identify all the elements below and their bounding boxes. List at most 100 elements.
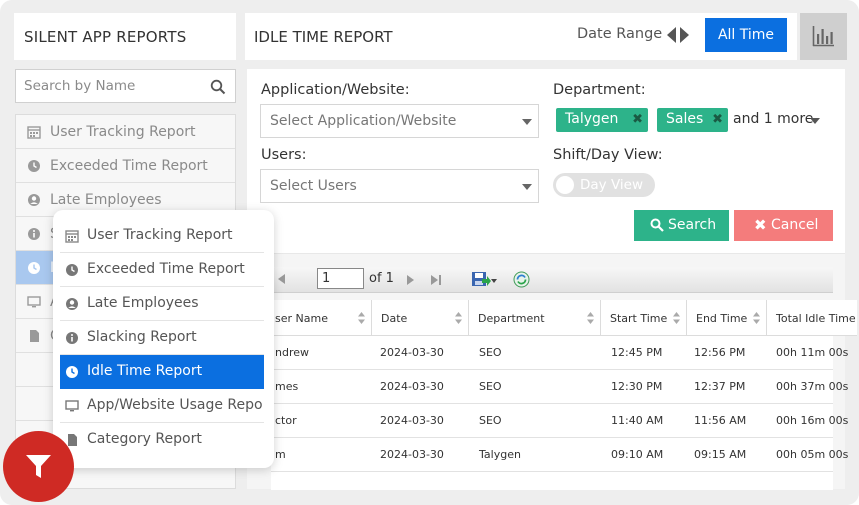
column-header-label: ser Name — [275, 312, 328, 325]
search-placeholder: Search by Name — [24, 78, 136, 94]
menu-item-label: App/Website Usage Repo — [87, 397, 263, 413]
tag-label: Sales — [666, 111, 704, 127]
cell-total-idle-time: 00h 16m 00s — [776, 414, 849, 427]
table-row: ctor 2024-03-30 SEO 11:40 AM 11:56 AM 00… — [271, 404, 848, 438]
sidebar-item-label: User Tracking Report — [50, 124, 196, 140]
table-row: m 2024-03-30 Talygen 09:10 AM 09:15 AM 0… — [271, 438, 848, 472]
menu-item-idle-time[interactable]: Idle Time Report — [60, 355, 264, 389]
column-header-start-time[interactable]: Start Time — [601, 300, 687, 336]
sidebar-item-user-tracking[interactable]: User Tracking Report — [16, 115, 235, 149]
refresh-icon[interactable] — [513, 271, 530, 288]
remove-tag-icon[interactable]: ✖ — [632, 112, 643, 127]
cell-start-time: 12:30 PM — [611, 380, 663, 393]
cell-total-idle-time: 00h 05m 00s — [776, 448, 849, 461]
date-range-arrows-icon[interactable] — [666, 26, 690, 44]
column-header-total-idle-time[interactable]: Total Idle Time — [767, 300, 857, 336]
cell-user-name: mes — [275, 380, 299, 393]
day-view-toggle[interactable]: Day View — [553, 173, 655, 197]
export-icon[interactable] — [471, 271, 497, 288]
search-button[interactable]: Search — [634, 210, 729, 241]
toggle-label: Day View — [580, 177, 643, 193]
column-header-department[interactable]: Department — [469, 300, 601, 336]
sidebar-item-label: Exceeded Time Report — [50, 158, 208, 174]
close-icon: ✖ — [754, 216, 767, 234]
bar-chart-icon — [812, 26, 834, 47]
sidebar-item-exceeded-time[interactable]: Exceeded Time Report — [16, 149, 235, 183]
cell-end-time: 09:15 AM — [694, 448, 747, 461]
sort-icon[interactable] — [587, 312, 594, 324]
table-row: mes 2024-03-30 SEO 12:30 PM 12:37 PM 00h… — [271, 370, 848, 404]
clock-icon — [66, 264, 78, 276]
chart-view-button[interactable] — [800, 13, 847, 60]
cell-department: SEO — [479, 346, 502, 359]
menu-item-label: Exceeded Time Report — [87, 261, 245, 277]
filter-fab-button[interactable] — [3, 431, 74, 502]
info-icon — [28, 228, 40, 240]
cell-department: SEO — [479, 380, 502, 393]
sort-icon[interactable] — [753, 312, 760, 324]
report-type-popup: User Tracking Report Exceeded Time Repor… — [53, 210, 274, 468]
cancel-button-label: Cancel — [771, 217, 819, 233]
prev-page-icon[interactable] — [276, 273, 286, 285]
menu-item-label: Category Report — [87, 431, 202, 447]
page-title: IDLE TIME REPORT — [254, 28, 393, 46]
page-count: of 1 — [369, 271, 394, 286]
menu-item-category[interactable]: Category Report — [60, 423, 264, 457]
users-label: Users: — [261, 147, 307, 163]
column-header-label: End Time — [696, 312, 748, 325]
toggle-knob — [556, 176, 574, 194]
cell-user-name: ndrew — [275, 346, 309, 359]
page-number-input[interactable]: 1 — [317, 268, 364, 289]
menu-item-app-usage[interactable]: App/Website Usage Repo — [60, 389, 264, 423]
department-tag: Talygen ✖ — [556, 108, 648, 132]
user-circle-icon — [66, 298, 78, 310]
search-icon[interactable] — [210, 79, 226, 95]
all-time-button[interactable]: All Time — [705, 18, 787, 52]
sort-icon[interactable] — [673, 312, 680, 324]
sidebar-item-label: Late Employees — [50, 192, 162, 208]
cell-department: SEO — [479, 414, 502, 427]
search-icon — [650, 218, 664, 232]
file-icon — [30, 330, 39, 342]
cancel-button[interactable]: ✖ Cancel — [734, 210, 833, 241]
column-header-end-time[interactable]: End Time — [687, 300, 767, 336]
cell-total-idle-time: 00h 37m 00s — [776, 380, 849, 393]
menu-item-label: Late Employees — [87, 295, 199, 311]
department-label: Department: — [553, 82, 646, 98]
application-label: Application/Website: — [261, 82, 410, 98]
search-button-label: Search — [668, 217, 717, 233]
calendar-icon — [65, 230, 79, 243]
next-page-icon[interactable] — [405, 274, 415, 286]
last-page-icon[interactable] — [429, 274, 443, 286]
menu-item-exceeded-time[interactable]: Exceeded Time Report — [60, 253, 264, 287]
users-select[interactable]: Select Users — [260, 169, 539, 203]
column-header-label: Department — [478, 312, 545, 325]
info-icon — [66, 332, 78, 344]
app-frame: SILENT APP REPORTS Search by Name User T… — [0, 0, 859, 505]
filter-icon — [26, 455, 51, 478]
sort-icon[interactable] — [358, 312, 365, 324]
application-placeholder: Select Application/Website — [270, 113, 457, 129]
remove-tag-icon[interactable]: ✖ — [712, 112, 723, 127]
department-tag: Sales ✖ — [657, 108, 728, 132]
department-more[interactable]: and 1 more — [733, 111, 813, 127]
menu-item-late-employees[interactable]: Late Employees — [60, 287, 264, 321]
clock-icon — [66, 366, 78, 378]
column-header-user-name[interactable]: ser Name — [271, 300, 372, 336]
report-viewer: 1 of 1 ser Name Date Department Start Ti… — [247, 253, 857, 490]
user-circle-icon — [28, 194, 40, 206]
search-input[interactable]: Search by Name — [15, 69, 236, 103]
chevron-down-icon[interactable] — [810, 118, 820, 124]
menu-item-user-tracking[interactable]: User Tracking Report — [60, 219, 264, 253]
chevron-down-icon — [522, 184, 532, 190]
menu-item-slacking[interactable]: Slacking Report — [60, 321, 264, 355]
sort-icon[interactable] — [455, 312, 462, 324]
monitor-icon — [27, 296, 41, 308]
application-select[interactable]: Select Application/Website — [260, 104, 539, 138]
column-header-date[interactable]: Date — [372, 300, 469, 336]
menu-item-label: Slacking Report — [87, 329, 197, 345]
menu-item-label: Idle Time Report — [87, 363, 203, 379]
cell-department: Talygen — [479, 448, 521, 461]
report-table: ser Name Date Department Start Time End … — [271, 300, 857, 490]
cell-total-idle-time: 00h 11m 00s — [776, 346, 849, 359]
